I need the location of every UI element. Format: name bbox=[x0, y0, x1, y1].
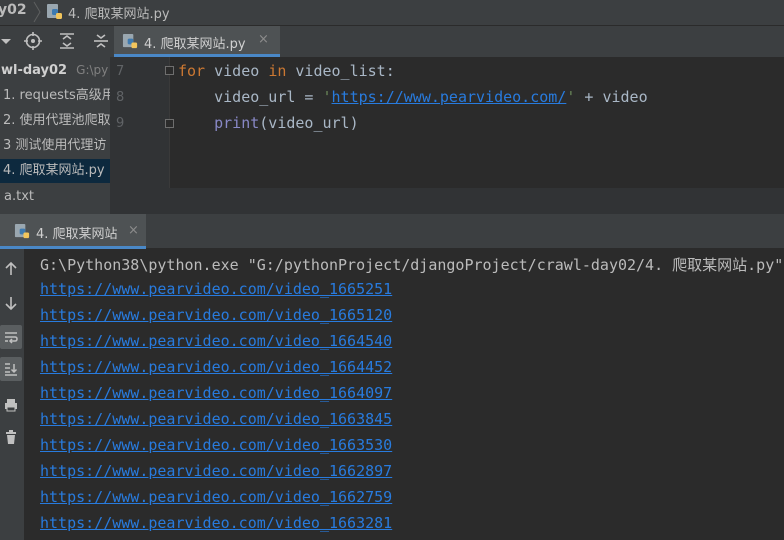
tree-item-label: 1. requests高级用 bbox=[3, 88, 110, 103]
tree-item-label: 4. 爬取某网站.py bbox=[3, 163, 105, 178]
tree-item-file-1[interactable]: 1. requests高级用 bbox=[0, 84, 110, 108]
expand-all-icon[interactable] bbox=[57, 31, 77, 51]
editor-tab-active[interactable]: 4. 爬取某网站.py × bbox=[114, 26, 280, 57]
run-toolbar bbox=[0, 249, 25, 540]
collapse-arrow-icon[interactable] bbox=[0, 31, 16, 51]
locate-target-icon[interactable] bbox=[23, 31, 43, 51]
python-file-icon bbox=[122, 33, 138, 49]
tree-item-file-4-selected[interactable]: 4. 爬取某网站.py bbox=[0, 159, 110, 183]
breadcrumb-file[interactable]: 4. 爬取某网站.py bbox=[68, 3, 170, 22]
python-file-icon bbox=[14, 223, 30, 239]
navigation-bar: y02 4. 爬取某网站.py bbox=[0, 0, 784, 26]
console-output-link[interactable]: https://www.pearvideo.com/video_1663845 bbox=[40, 410, 392, 428]
run-tab-label: 4. 爬取某网站 bbox=[36, 227, 118, 242]
console-output-link[interactable]: https://www.pearvideo.com/video_1662897 bbox=[40, 462, 392, 480]
fold-marker-icon[interactable] bbox=[165, 66, 174, 75]
console-output-link[interactable]: https://www.pearvideo.com/video_1664540 bbox=[40, 332, 392, 350]
code-link[interactable]: https://www.pearvideo.com/ bbox=[332, 88, 567, 106]
scroll-up-icon[interactable] bbox=[0, 257, 22, 281]
close-icon[interactable]: × bbox=[128, 223, 139, 238]
breadcrumb-project[interactable]: y02 bbox=[0, 2, 27, 18]
console-output-link[interactable]: https://www.pearvideo.com/video_1663530 bbox=[40, 436, 392, 454]
project-panel: wl-day02 G:\py 1. requests高级用 2. 使用代理池爬取… bbox=[0, 26, 110, 214]
editor-bottom-strip bbox=[110, 188, 784, 214]
project-root[interactable]: wl-day02 G:\py bbox=[0, 58, 108, 82]
editor-gutter: 7 8 9 bbox=[110, 57, 174, 188]
tree-item-file-3[interactable]: 3 测试使用代理访 bbox=[0, 134, 110, 158]
code-line: video_url = 'https://www.pearvideo.com/'… bbox=[178, 88, 648, 106]
editor-tab-label: 4. 爬取某网站.py bbox=[144, 37, 246, 52]
code-line: print(video_url) bbox=[214, 114, 359, 132]
console-output-link[interactable]: https://www.pearvideo.com/video_1665251 bbox=[40, 280, 392, 298]
scroll-down-icon[interactable] bbox=[0, 291, 22, 315]
run-tab-bar: 4. 爬取某网站 × bbox=[0, 214, 784, 249]
line-number: 7 bbox=[116, 64, 125, 79]
line-number: 9 bbox=[116, 116, 125, 131]
code-editor[interactable]: 7 8 9 for video in video_list: video_url… bbox=[110, 57, 784, 188]
editor-tab-bar: 4. 爬取某网站.py × bbox=[110, 26, 784, 57]
console-command: G:\Python38\python.exe "G:/pythonProject… bbox=[40, 256, 784, 274]
tree-item-file-2[interactable]: 2. 使用代理池爬取 bbox=[0, 109, 110, 133]
close-icon[interactable]: × bbox=[258, 32, 269, 47]
code-line: for video in video_list: bbox=[178, 62, 395, 80]
tree-item-file-5[interactable]: a.txt bbox=[4, 189, 34, 204]
soft-wrap-icon[interactable] bbox=[0, 325, 22, 349]
tree-item-label: 3 测试使用代理访 bbox=[3, 138, 107, 153]
collapse-all-icon[interactable] bbox=[91, 31, 110, 51]
breadcrumb-separator-icon bbox=[33, 1, 41, 23]
console-output-link[interactable]: https://www.pearvideo.com/video_1662759 bbox=[40, 488, 392, 506]
print-icon[interactable] bbox=[0, 393, 22, 417]
console-output-link[interactable]: https://www.pearvideo.com/video_1664452 bbox=[40, 358, 392, 376]
console-output-link[interactable]: https://www.pearvideo.com/video_1663281 bbox=[40, 514, 392, 532]
scroll-to-end-icon[interactable] bbox=[0, 357, 22, 381]
project-root-name: wl-day02 bbox=[1, 63, 68, 78]
console-output-link[interactable]: https://www.pearvideo.com/video_1665120 bbox=[40, 306, 392, 324]
run-console[interactable]: G:\Python38\python.exe "G:/pythonProject… bbox=[25, 249, 784, 540]
console-output-link[interactable]: https://www.pearvideo.com/video_1664097 bbox=[40, 384, 392, 402]
tree-item-label: 2. 使用代理池爬取 bbox=[3, 113, 110, 128]
line-number: 8 bbox=[116, 90, 125, 105]
python-file-icon bbox=[47, 4, 62, 19]
project-root-path: G:\py bbox=[76, 63, 108, 77]
run-tab-active[interactable]: 4. 爬取某网站 × bbox=[0, 214, 146, 249]
fold-marker-icon[interactable] bbox=[165, 119, 174, 128]
project-toolbar bbox=[0, 26, 110, 56]
trash-icon[interactable] bbox=[0, 425, 22, 449]
